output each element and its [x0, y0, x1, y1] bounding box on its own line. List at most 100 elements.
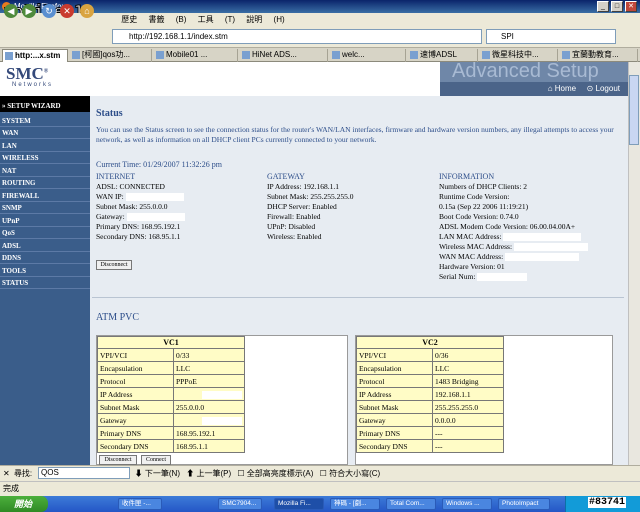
home-icon[interactable]: ⌂: [80, 4, 94, 18]
sidebar-item-qos[interactable]: QoS: [0, 227, 90, 239]
menu-tools-key[interactable]: (T): [225, 15, 235, 24]
internet-gateway: Gateway:: [96, 212, 185, 222]
matchcase-checkbox[interactable]: ☐: [320, 469, 327, 478]
table-row: Secondary DNS 168.95.1.1: [97, 439, 245, 453]
sidebar-item-lan[interactable]: LAN: [0, 140, 90, 152]
redacted-value: [477, 273, 528, 282]
menu-help[interactable]: 說明: [246, 15, 262, 24]
taskbar-item[interactable]: 收件匣 -...: [118, 498, 162, 510]
taskbar-item[interactable]: SMC7904...: [218, 498, 262, 510]
sidebar-item-routing[interactable]: ROUTING: [0, 177, 90, 189]
wireless-mac-label: Wireless MAC Address:: [439, 242, 513, 251]
sidebar-item-adsl[interactable]: ADSL: [0, 240, 90, 252]
vc1-value: 0/33: [173, 348, 245, 362]
find-prev-button[interactable]: 上一筆(P): [196, 469, 231, 478]
wan-mac-label: WAN MAC Address:: [439, 252, 504, 261]
table-row: Encapsulation LLC: [97, 361, 245, 375]
tab-4[interactable]: HiNet ADS...: [240, 49, 328, 62]
taskbar-item[interactable]: PhotoImpact: [498, 498, 550, 510]
scrollbar-thumb[interactable]: [629, 75, 639, 145]
page-header-title: Advanced Setup: [452, 60, 599, 82]
tab-label: welc...: [342, 50, 365, 59]
info-adsl-modem-code: ADSL Modem Code Version: 06.00.04.00A+: [439, 222, 576, 231]
sidebar-item-wireless[interactable]: WIRELESS: [0, 152, 90, 164]
disconnect-button[interactable]: Disconnect: [96, 260, 132, 270]
sidebar-item-status[interactable]: STATUS: [0, 277, 90, 289]
tab-1[interactable]: http:...x.stm: [2, 49, 68, 62]
redacted-value: [503, 233, 582, 242]
home-link[interactable]: Home: [555, 84, 576, 93]
menu-tools[interactable]: 工具: [198, 15, 214, 24]
menu-bookmarks-key[interactable]: (B): [176, 15, 187, 24]
vc2-table: VC2 VPI/VCI 0/36 Encapsulation LLC Protoco…: [356, 336, 504, 453]
table-row: VPI/VCI 0/33: [97, 348, 245, 362]
menu-history[interactable]: 歷史: [121, 15, 137, 24]
wan-ip-label: WAN IP:: [96, 192, 124, 201]
stop-icon[interactable]: ✕: [60, 4, 74, 18]
gateway-subnet: Subnet Mask: 255.255.255.0: [267, 192, 354, 201]
find-input[interactable]: QOS: [38, 467, 130, 479]
vc2-key: Primary DNS: [356, 426, 433, 440]
taskbar-item[interactable]: Total Com...: [386, 498, 436, 510]
internet-heading: INTERNET: [96, 172, 136, 181]
sidebar-item-ddns[interactable]: DDNS: [0, 252, 90, 264]
vc1-key: Secondary DNS: [97, 439, 174, 453]
sidebar-item-setup-wizard[interactable]: » SETUP WIZARD: [0, 100, 90, 112]
sidebar-item-tools[interactable]: TOOLS: [0, 265, 90, 277]
tab-label: 速博ADSL: [420, 50, 457, 59]
vc1-connect-button[interactable]: Connect: [141, 455, 171, 465]
information-heading: INFORMATION: [439, 172, 495, 181]
sidebar-item-nat[interactable]: NAT: [0, 165, 90, 177]
page-icon: [5, 52, 13, 60]
search-input[interactable]: SPI: [486, 29, 616, 44]
start-button[interactable]: 開始: [0, 496, 48, 512]
tab-5[interactable]: welc...: [330, 49, 406, 62]
taskbar-item[interactable]: 神碼 - [劇...: [330, 498, 380, 510]
maximize-button[interactable]: □: [611, 1, 623, 12]
table-row: Protocol PPPoE: [97, 374, 245, 388]
sidebar-item-wan[interactable]: WAN: [0, 127, 90, 139]
forward-icon[interactable]: ▶: [22, 4, 36, 18]
sidebar-item-upnp[interactable]: UPnP: [0, 215, 90, 227]
sidebar-item-system[interactable]: SYSTEM: [0, 115, 90, 127]
logo-subtitle: Networks: [12, 82, 54, 88]
vc1-disconnect-button[interactable]: Disconnect: [99, 455, 137, 465]
url-input[interactable]: http://192.168.1.1/index.stm: [112, 29, 482, 44]
minimize-button[interactable]: _: [597, 1, 609, 12]
taskbar-item[interactable]: Mozilla Fi...: [274, 498, 324, 510]
taskbar-item[interactable]: Windows ...: [442, 498, 492, 510]
logout-link[interactable]: Logout: [596, 84, 620, 93]
sidebar-item-firewall[interactable]: FIREWALL: [0, 190, 90, 202]
tab-2[interactable]: [柯國]qos功...: [70, 49, 152, 62]
logo-text: SMC: [6, 64, 44, 83]
tab-label: HiNet ADS...: [252, 50, 297, 59]
table-row: IP Address 192.168.1.1: [356, 387, 504, 401]
back-icon[interactable]: ◀: [4, 4, 18, 18]
vc2-title: VC2: [356, 336, 504, 349]
status-bar: 完成: [0, 481, 640, 496]
redacted-value: [202, 390, 242, 399]
highlight-checkbox[interactable]: ☐: [237, 469, 244, 478]
vc1-value: 168.95.192.1: [173, 426, 245, 440]
find-close-icon[interactable]: ✕: [3, 469, 10, 478]
vc1-value: 255.0.0.0: [173, 400, 245, 414]
tab-label: http:...x.stm: [15, 51, 61, 60]
vc2-key: Protocol: [356, 374, 433, 388]
reload-icon[interactable]: ↻: [42, 4, 56, 18]
close-button[interactable]: ✕: [625, 1, 637, 12]
tab-label: Mobile01 ...: [166, 50, 208, 59]
vc2-value: 1483 Bridging: [432, 374, 504, 388]
menu-help-key[interactable]: (H): [274, 15, 285, 24]
sidebar-item-snmp[interactable]: SNMP: [0, 202, 90, 214]
table-row: IP Address: [97, 387, 245, 401]
vc2-value: 192.168.1.1: [432, 387, 504, 401]
info-wan-mac: WAN MAC Address:: [439, 252, 580, 262]
menu-bookmarks[interactable]: 書籤: [148, 15, 164, 24]
tab-3[interactable]: Mobile01 ...: [154, 49, 238, 62]
table-row: Protocol 1483 Bridging: [356, 374, 504, 388]
redacted-value: [126, 213, 185, 222]
vc1-value: [173, 413, 245, 427]
find-prev-icon: ⬆: [186, 469, 195, 478]
find-next-button[interactable]: 下一筆(N): [145, 469, 180, 478]
page-icon: [72, 51, 80, 59]
